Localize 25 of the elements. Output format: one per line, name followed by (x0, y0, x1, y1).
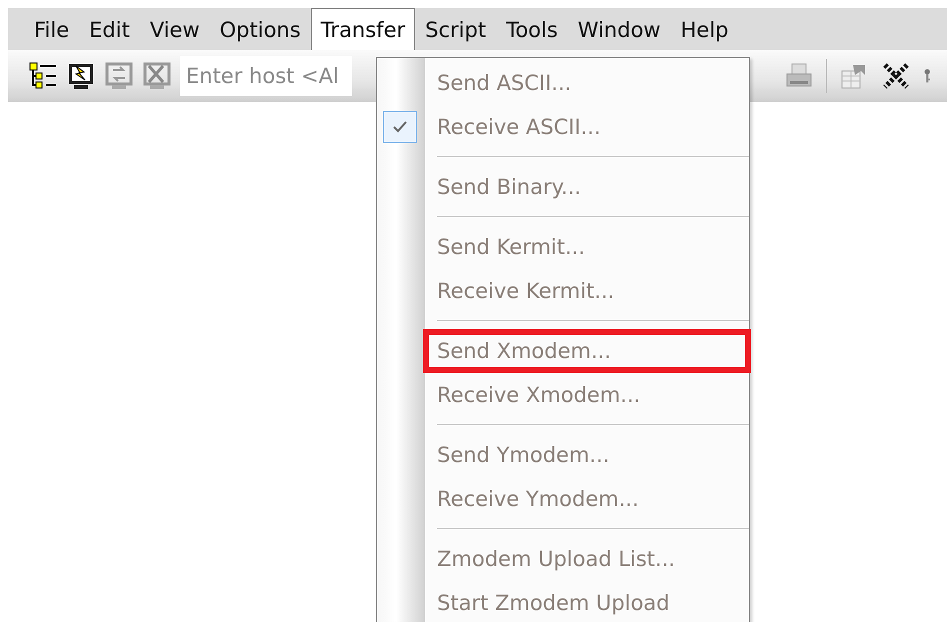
menu-item[interactable]: Send Xmodem... (425, 329, 611, 373)
menu-title[interactable]: View (140, 8, 210, 50)
menu-title[interactable]: Edit (79, 8, 140, 50)
menu-title[interactable]: Help (670, 8, 738, 50)
menu-item[interactable]: Start Zmodem Upload (425, 581, 670, 622)
menu-item[interactable]: Zmodem Upload List... (425, 537, 676, 581)
menu-title[interactable]: Tools (496, 8, 568, 50)
disconnect-computer-icon[interactable] (142, 61, 172, 91)
menu-item[interactable]: Receive Kermit... (425, 269, 614, 313)
menu-title[interactable]: Script (415, 8, 496, 50)
menu-item[interactable]: Send Kermit... (425, 225, 586, 269)
menu-title[interactable]: Transfer (310, 8, 416, 50)
lightning-computer-icon[interactable] (66, 61, 96, 91)
menu-item[interactable]: Send ASCII... (425, 61, 572, 105)
menu-item[interactable]: Send Ymodem... (425, 433, 610, 477)
menu-item[interactable]: Send Binary... (425, 165, 582, 209)
menu-item[interactable]: Receive Xmodem... (425, 373, 640, 417)
host-field[interactable]: Enter host <Al (180, 56, 352, 96)
menu-title[interactable]: Options (210, 8, 311, 50)
reconnect-computer-icon[interactable] (104, 61, 134, 91)
menu-title[interactable]: File (24, 8, 80, 50)
menu-title[interactable]: Window (568, 8, 671, 50)
tree-list-icon[interactable] (28, 61, 58, 91)
menu-item[interactable]: Receive ASCII... (425, 105, 601, 149)
menu-item[interactable]: Receive Ymodem... (425, 477, 639, 521)
